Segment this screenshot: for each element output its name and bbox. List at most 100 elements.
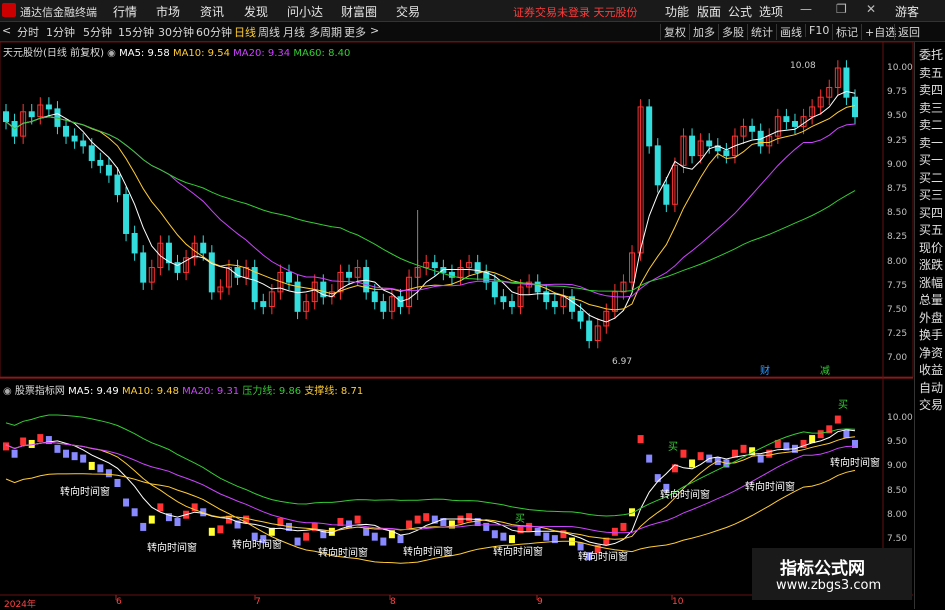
watermark-url: www.zbgs3.com [776, 578, 882, 593]
sub-ma5-label: MA5: 9.49 [68, 386, 119, 397]
sub-block [174, 518, 181, 527]
sidebar-item-0[interactable]: 委托 [919, 46, 943, 63]
sub-y-tick: 8.50 [887, 485, 908, 496]
sidebar-item-19[interactable]: 自动 [919, 379, 943, 396]
sidebar-item-2[interactable]: 卖四 [919, 81, 943, 98]
sub-block [500, 532, 507, 541]
sub-ma20-label: MA20: 9.31 [182, 386, 240, 397]
pressure-line-label: 压力线: 9.86 [242, 386, 302, 397]
main-y-tick: 8.00 [887, 256, 908, 267]
sidebar-item-15[interactable]: 外盘 [919, 309, 943, 326]
sub-block [406, 520, 413, 529]
sub-block [3, 442, 9, 451]
ma60-label: MA60: 8.40 [293, 48, 351, 59]
x-tick: 6 [116, 597, 122, 607]
sub-block [843, 430, 850, 439]
sub-block [105, 469, 112, 478]
sidebar-item-1[interactable]: 卖五 [919, 64, 943, 81]
x-tick: 10 [672, 597, 684, 607]
sub-block [457, 515, 464, 524]
kline-chart-area[interactable]: 10.086.97财 减转向时间窗转向时间窗 转向时间窗转向时间窗 转向时间窗 转向时间… [0, 0, 945, 609]
main-y-tick: 7.50 [887, 305, 908, 315]
main-y-tick: 8.75 [887, 184, 908, 194]
sub-block [611, 527, 618, 536]
buy-signal: 买 [838, 399, 848, 411]
candle-down [586, 320, 593, 342]
sidebar-item-16[interactable]: 换手 [919, 326, 943, 343]
sidebar-item-13[interactable]: 涨幅 [919, 274, 943, 291]
sidebar-item-11[interactable]: 现价 [919, 239, 943, 256]
sub-block [54, 444, 61, 453]
ma5-label: MA5: 9.58 [119, 48, 170, 59]
main-y-tick: 9.00 [887, 159, 908, 170]
candle-down [534, 281, 541, 293]
sub-block [63, 449, 70, 458]
sidebar-item-7[interactable]: 买二 [919, 169, 943, 186]
candle-down [131, 232, 138, 254]
sub-chart-title: 股票指标网 [14, 386, 65, 397]
watermark: 指标公式网 www.zbgs3.com [752, 548, 912, 600]
candle-down [431, 262, 438, 269]
sub-block [20, 437, 27, 446]
sidebar-item-14[interactable]: 总量 [919, 291, 943, 308]
sub-block [157, 503, 164, 512]
sidebar-item-18[interactable]: 收益 [919, 361, 943, 378]
sidebar-item-3[interactable]: 卖三 [919, 99, 943, 116]
sidebar-item-4[interactable]: 卖二 [919, 116, 943, 133]
sub-block [37, 434, 44, 443]
main-y-tick: 9.50 [887, 111, 908, 122]
sub-y-tick: 8.00 [887, 509, 908, 520]
sub-block [88, 461, 95, 470]
candle-down [723, 150, 730, 157]
sub-block [371, 532, 378, 541]
sub-block [508, 535, 515, 544]
candle-down [105, 164, 112, 176]
main-y-tick: 8.50 [887, 208, 908, 219]
turn-window-label: 转向时间窗 [403, 545, 453, 558]
main-y-tick: 9.25 [887, 135, 908, 146]
sub-block [466, 513, 473, 522]
sidebar-item-5[interactable]: 卖一 [919, 134, 943, 151]
sub-block [637, 435, 644, 444]
sub-block [11, 449, 18, 458]
support-line-label: 支撑线: 8.71 [304, 386, 364, 397]
sub-block [689, 459, 696, 468]
candle-down [28, 111, 35, 118]
turn-window-label: 转向时间窗 [318, 546, 368, 559]
ma20-label: MA20: 9.34 [233, 48, 291, 59]
sub-block [817, 430, 824, 439]
sub-block [483, 522, 490, 531]
sub-block [123, 498, 130, 507]
sub-block [620, 522, 627, 531]
sub-ma20-line [5, 441, 856, 534]
sidebar-item-8[interactable]: 买三 [919, 186, 943, 203]
main-y-tick: 7.25 [887, 329, 908, 340]
sidebar-item-10[interactable]: 买五 [919, 221, 943, 238]
candle-down [380, 301, 387, 312]
turn-window-label: 转向时间窗 [830, 456, 880, 469]
candle-down [45, 104, 52, 110]
quote-sidebar: 委托 卖五 卖四 卖三 卖二 卖一 买一 买二 买三 买四 买五 现价 涨跌 涨幅 总量 外盘 换手 净资 收益 自动… [914, 42, 945, 609]
candle-down [80, 140, 87, 147]
sidebar-item-12[interactable]: 涨跌 [919, 256, 943, 273]
x-tick: 7 [255, 597, 261, 607]
sub-settings-icon[interactable]: ◉ [3, 386, 12, 397]
main-y-tick: 10.00 [887, 63, 913, 73]
candle-down [260, 301, 267, 307]
sidebar-item-17[interactable]: 净资 [919, 344, 943, 361]
main-settings-icon[interactable]: ◉ [107, 48, 116, 59]
sub-block [148, 515, 155, 524]
sidebar-item-9[interactable]: 买四 [919, 204, 943, 221]
sub-block [114, 479, 121, 487]
candle-down [654, 145, 661, 186]
ma10-label: MA10: 9.54 [172, 48, 230, 59]
sub-block [294, 537, 301, 546]
sub-block [646, 454, 653, 463]
sidebar-item-20[interactable]: 交易 [919, 396, 943, 413]
sidebar-item-6[interactable]: 买一 [919, 151, 943, 168]
sub-block [80, 454, 87, 463]
candle-down [783, 116, 790, 123]
sub-block [363, 527, 370, 536]
sub-block [414, 515, 421, 524]
turn-window-label: 转向时间窗 [60, 485, 110, 498]
